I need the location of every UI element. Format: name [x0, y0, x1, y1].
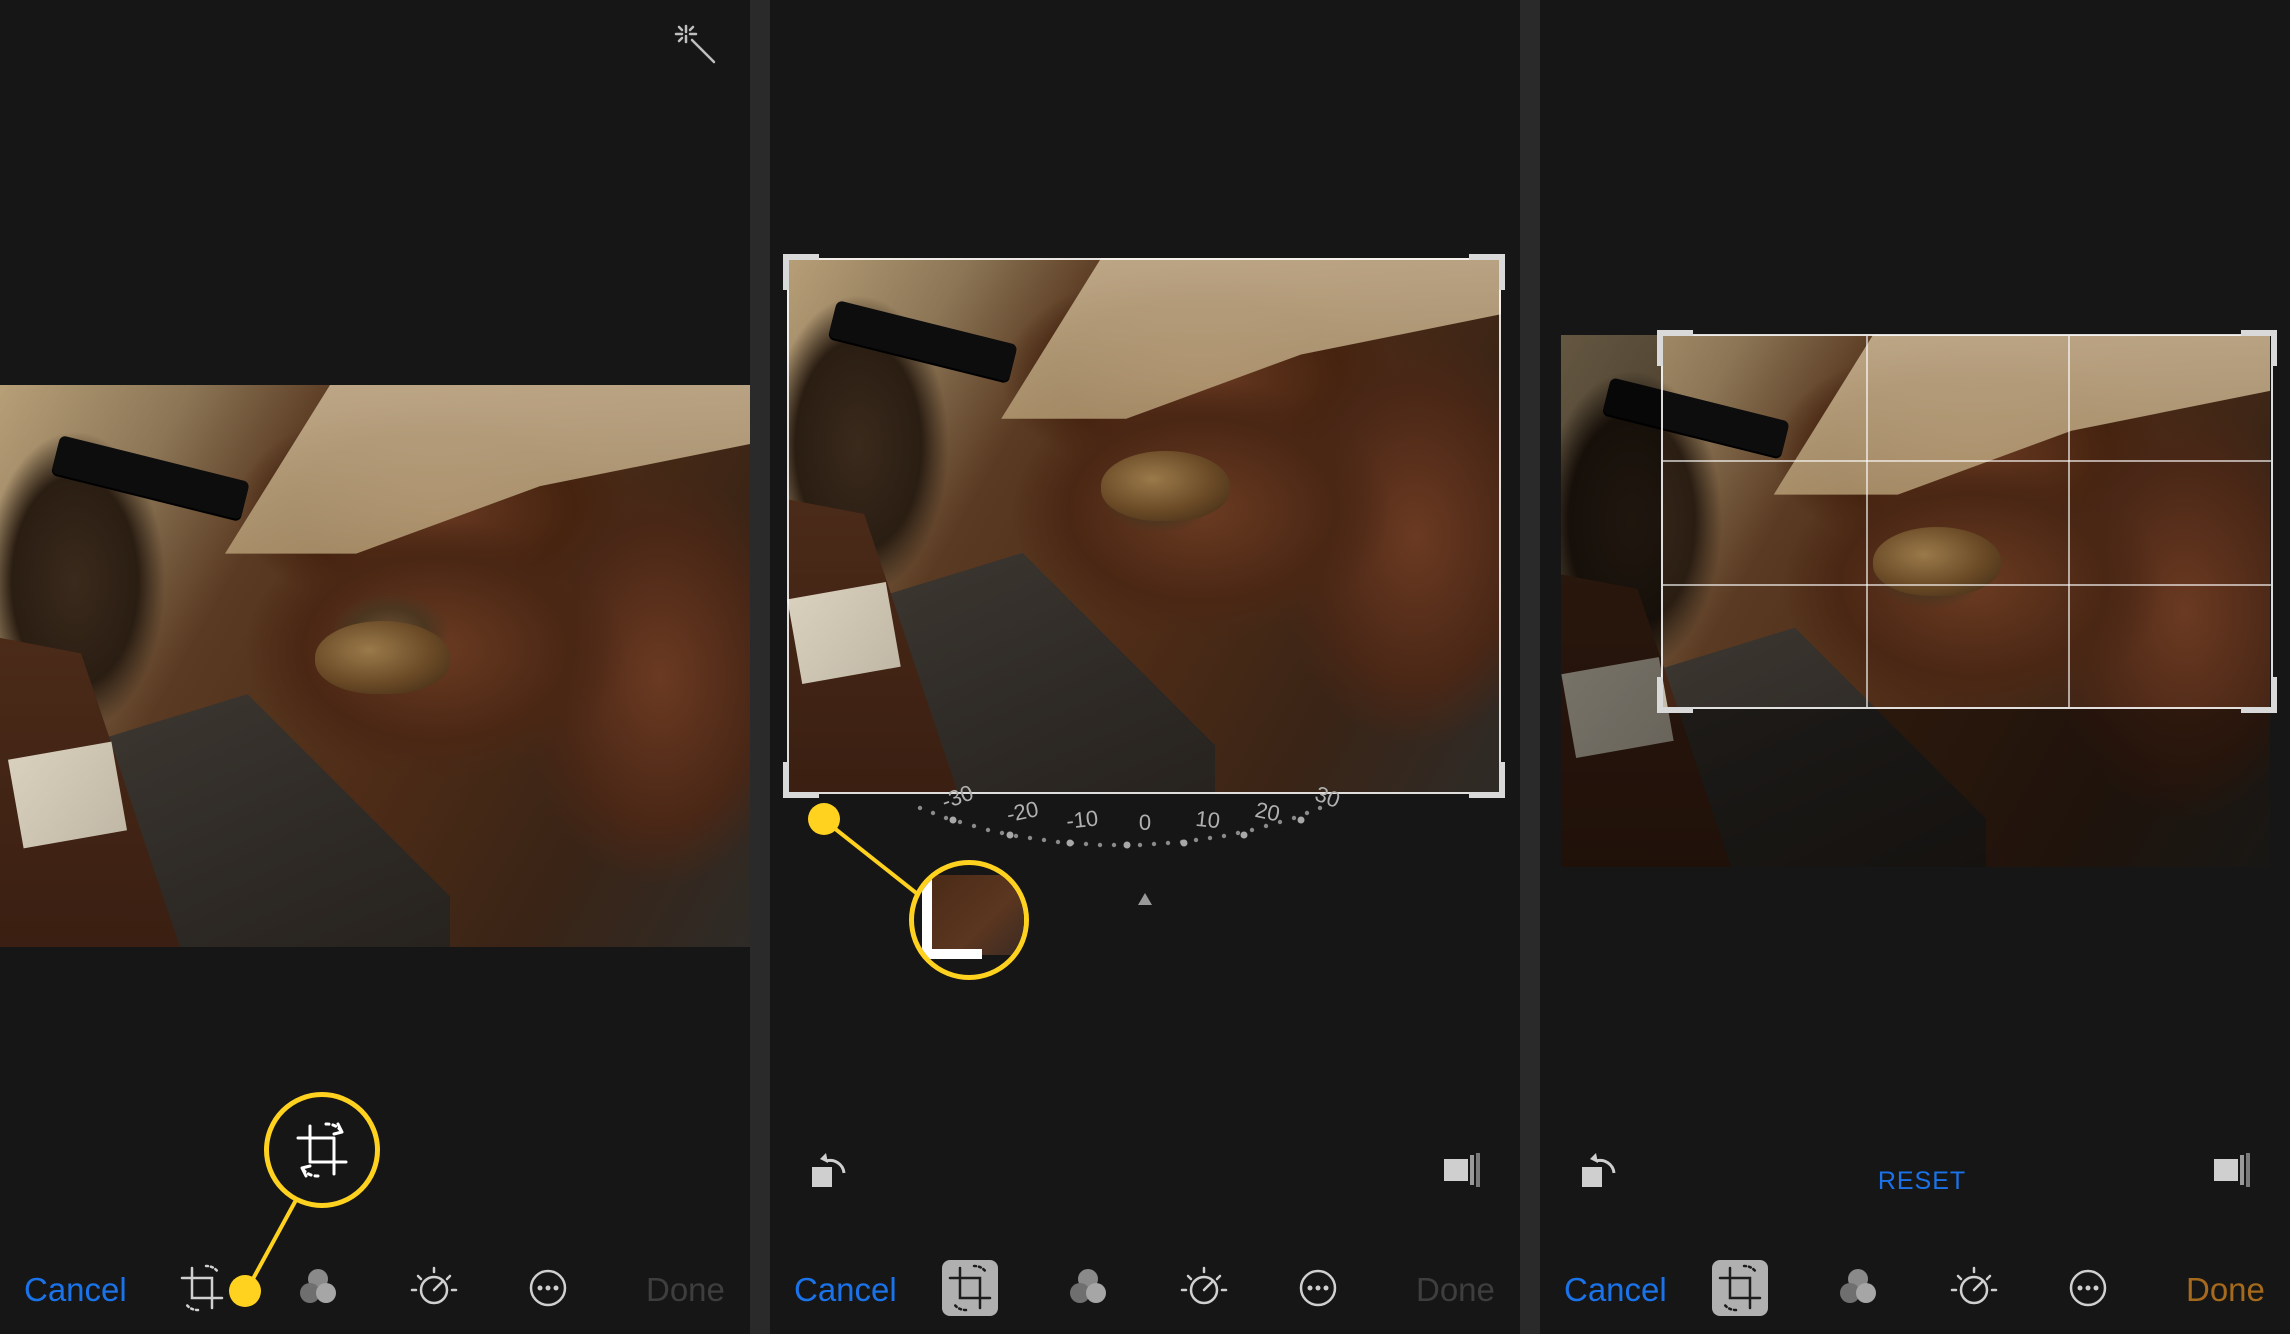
- cancel-button[interactable]: Cancel: [24, 1270, 127, 1310]
- bottom-toolbar: Cancel Done: [770, 1250, 1520, 1334]
- filters-icon[interactable]: [1060, 1260, 1116, 1316]
- crop-grid-line: [1663, 460, 2271, 462]
- crop-grid-line: [2068, 336, 2070, 707]
- dial-label: -20: [1004, 796, 1040, 827]
- rotate-left-icon[interactable]: [1574, 1145, 1624, 1195]
- crop-dim-bottom: [1661, 709, 2270, 867]
- dial-indicator: [1138, 893, 1152, 905]
- aspect-ratio-icon[interactable]: [1438, 1145, 1488, 1195]
- panel-1-edit-view: Cancel Done: [0, 0, 750, 1334]
- crop-corner-top-left-handle[interactable]: [1657, 330, 1693, 366]
- magic-wand-icon[interactable]: [672, 20, 720, 68]
- adjust-icon[interactable]: [1946, 1260, 2002, 1316]
- dial-label: 20: [1253, 797, 1282, 827]
- callout-crop-rotate-icon: [290, 1118, 354, 1182]
- bottom-toolbar: Cancel Done: [1540, 1250, 2290, 1334]
- crop-frame[interactable]: [1657, 330, 2277, 713]
- crop-dim-left: [1561, 335, 1661, 867]
- done-button[interactable]: Done: [1416, 1270, 1495, 1310]
- filters-icon[interactable]: [290, 1260, 346, 1316]
- rotate-left-icon[interactable]: [804, 1145, 854, 1195]
- done-button[interactable]: Done: [646, 1270, 725, 1310]
- crop-rotate-icon[interactable]: [174, 1260, 230, 1316]
- photo-preview: [0, 385, 750, 947]
- photo-keyboard: [50, 435, 250, 521]
- photo-editor-screenshots: Cancel Done -30 -20 -10 0 10 20 30 Cance…: [0, 0, 2290, 1334]
- straighten-dial[interactable]: -30 -20 -10 0 10 20 30: [770, 780, 1520, 920]
- adjust-icon[interactable]: [1176, 1260, 1232, 1316]
- photo-papers: [7, 741, 128, 849]
- photo-dog: [315, 621, 450, 695]
- crop-corner-top-right-handle[interactable]: [1469, 254, 1505, 290]
- callout-ring: [909, 860, 1029, 980]
- crop-grid-line: [1663, 584, 2271, 586]
- dial-label: -10: [1065, 805, 1099, 833]
- crop-grid-line: [1866, 336, 1868, 707]
- crop-corner-top-left-handle[interactable]: [783, 254, 819, 290]
- dial-label: 0: [1139, 810, 1151, 835]
- panel-2-crop-view: -30 -20 -10 0 10 20 30 Cancel Done: [770, 0, 1520, 1334]
- filters-icon[interactable]: [1830, 1260, 1886, 1316]
- crop-frame[interactable]: [783, 254, 1505, 798]
- crop-corner-bottom-right-handle[interactable]: [2241, 677, 2277, 713]
- done-button[interactable]: Done: [2186, 1270, 2265, 1310]
- dial-label: 10: [1194, 806, 1221, 833]
- crop-rotate-icon[interactable]: [1712, 1260, 1768, 1316]
- more-icon[interactable]: [1290, 1260, 1346, 1316]
- photo-wall: [225, 385, 750, 554]
- reset-button[interactable]: RESET: [1872, 1167, 1972, 1196]
- crop-corner-handle-zoomed: [922, 877, 982, 959]
- bottom-toolbar: Cancel Done: [0, 1250, 750, 1334]
- crop-tools-row: [770, 1145, 1520, 1205]
- cancel-button[interactable]: Cancel: [1564, 1270, 1667, 1310]
- more-icon[interactable]: [2060, 1260, 2116, 1316]
- aspect-ratio-icon[interactable]: [2208, 1145, 2258, 1195]
- panel-3-crop-adjusted: RESET Cancel Done: [1540, 0, 2290, 1334]
- adjust-icon[interactable]: [406, 1260, 462, 1316]
- more-icon[interactable]: [520, 1260, 576, 1316]
- callout-dot: [808, 803, 840, 835]
- crop-corner-top-right-handle[interactable]: [2241, 330, 2277, 366]
- crop-tools-row: RESET: [1540, 1145, 2290, 1205]
- dial-label: -30: [938, 780, 976, 814]
- crop-rotate-icon[interactable]: [942, 1260, 998, 1316]
- cancel-button[interactable]: Cancel: [794, 1270, 897, 1310]
- dial-label: 30: [1312, 781, 1344, 813]
- crop-corner-bottom-left-handle[interactable]: [1657, 677, 1693, 713]
